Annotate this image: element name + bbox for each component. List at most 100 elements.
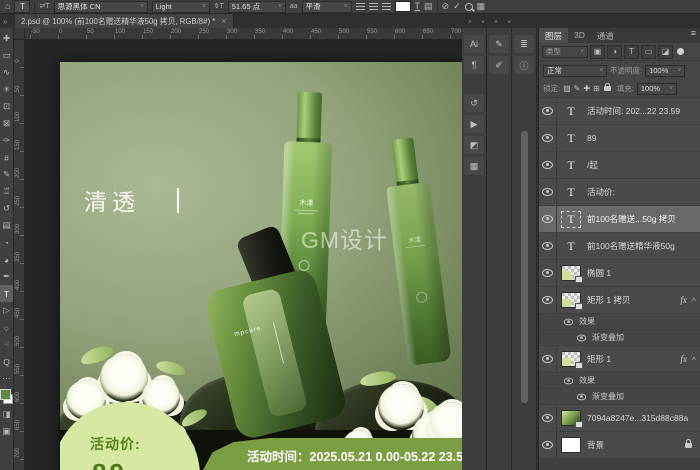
brush-settings-panel-icon[interactable]: ✎ (489, 35, 509, 53)
layer-filter-select[interactable]: 类型 ˅ (542, 46, 588, 58)
align-center-icon[interactable] (369, 3, 378, 11)
layer-thumbnail[interactable]: T (561, 103, 581, 120)
eye-icon[interactable] (577, 393, 586, 400)
visibility-cell[interactable] (539, 98, 557, 124)
layer-row[interactable]: 7094a8247e...315d88c88a (539, 405, 700, 432)
layer-row[interactable]: 椭圆 1 (539, 260, 700, 287)
eye-icon[interactable] (542, 161, 553, 169)
tab-3d[interactable]: 3D (568, 28, 591, 43)
filter-toggle-icon[interactable] (677, 48, 684, 55)
screen-mode-icon[interactable]: ▣ (0, 423, 13, 440)
panel-menu-icon[interactable]: ≡ (687, 28, 700, 43)
quick-mask-icon[interactable]: ◨ (0, 406, 13, 423)
eye-icon[interactable] (542, 215, 553, 223)
visibility-cell[interactable] (539, 125, 557, 151)
color-swatches[interactable] (0, 389, 13, 404)
layer-thumbnail[interactable]: T (561, 157, 581, 174)
layer-thumbnail[interactable]: T (561, 184, 581, 201)
opacity-select[interactable]: 100% ˅ (645, 65, 685, 77)
eye-icon[interactable] (542, 269, 553, 277)
layer-thumbnail[interactable] (561, 351, 581, 367)
scrollbar[interactable] (521, 131, 528, 403)
horizontal-ruler[interactable]: -500501001502002503003504004505005506006… (14, 28, 462, 40)
layer-effect-row[interactable]: 效果 (539, 314, 700, 330)
quick-selection-tool[interactable]: ✳ (0, 81, 13, 98)
collapse-effects-icon[interactable]: ˄ (692, 356, 696, 363)
fx-badge[interactable]: fx (680, 295, 687, 305)
path-selection-tool[interactable]: ▷ (0, 302, 13, 319)
cancel-edit-icon[interactable]: ⊘ (442, 2, 450, 11)
layer-row[interactable]: T前100名赠送...50g 拷贝 (539, 206, 700, 233)
visibility-cell[interactable] (539, 179, 557, 205)
document-canvas[interactable]: 清透 GM设计 木漾 木漾 (60, 62, 462, 470)
layer-thumbnail[interactable]: T (561, 211, 581, 228)
brush-tool[interactable]: ✎ (0, 166, 13, 183)
filter-adjustment-icon[interactable]: ◑ (607, 45, 622, 59)
type-tool[interactable]: T (0, 285, 13, 302)
ellipse-tool[interactable]: ○ (0, 319, 13, 336)
lock-transparency-icon[interactable]: ▨ (563, 84, 571, 93)
layer-row[interactable]: T活动价: (539, 179, 700, 206)
lock-move-icon[interactable]: ✚ (583, 84, 590, 93)
layer-thumbnail[interactable]: T (561, 130, 581, 147)
anti-alias-select[interactable]: 平滑 ˅ (302, 1, 352, 13)
home-icon[interactable]: ⌂ (5, 2, 10, 11)
filter-pixel-icon[interactable]: ▣ (590, 45, 605, 59)
visibility-cell[interactable] (539, 206, 557, 232)
more-tools[interactable]: ⋯ (0, 370, 13, 387)
eye-icon[interactable] (542, 107, 553, 115)
layer-thumbnail[interactable] (561, 265, 581, 281)
layer-row[interactable]: 矩形 1fx˄ (539, 346, 700, 373)
brushes-panel-icon[interactable]: ✐ (489, 56, 509, 74)
blend-mode-select[interactable]: 正常 ˅ (543, 65, 607, 77)
foreground-color-swatch[interactable] (0, 389, 11, 400)
pen-tool[interactable]: ✒ (0, 268, 13, 285)
tab-overflow-icon[interactable]: » (3, 17, 7, 26)
color-panel-icon[interactable]: ◩ (464, 136, 484, 154)
eye-icon[interactable] (542, 414, 553, 422)
visibility-cell[interactable] (539, 152, 557, 178)
lock-all-icon[interactable] (604, 86, 611, 91)
tab-channels[interactable]: 通道 (591, 28, 620, 43)
warp-text-icon[interactable]: T (415, 2, 421, 11)
eye-icon[interactable] (564, 377, 573, 384)
healing-brush-tool[interactable]: # (0, 149, 13, 166)
filter-shape-icon[interactable]: ▭ (641, 45, 656, 59)
filter-type-icon[interactable]: T (624, 45, 639, 59)
clone-stamp-tool[interactable]: ♖ (0, 183, 13, 200)
eye-icon[interactable] (542, 188, 553, 196)
tab-layers[interactable]: 图层 (539, 28, 568, 43)
workspace-icon[interactable]: ▦ (477, 2, 486, 11)
gradient-tool[interactable]: ▤ (0, 217, 13, 234)
visibility-cell[interactable] (539, 405, 557, 431)
layer-effect-row[interactable]: 渐变叠加 (539, 389, 700, 405)
hand-tool[interactable]: ☟ (0, 336, 13, 353)
info-panel-icon[interactable]: ⓘ (514, 56, 534, 74)
fill-select[interactable]: 100% ˅ (637, 83, 677, 95)
filter-smart-object-icon[interactable]: ◪ (658, 45, 673, 59)
canvas-area[interactable]: -500501001502002503003504004505005506006… (14, 28, 462, 470)
swatches-panel-icon[interactable]: ▦ (464, 157, 484, 175)
eye-icon[interactable] (577, 334, 586, 341)
ai-panel-icon[interactable]: Ai (464, 35, 484, 53)
visibility-cell[interactable] (539, 346, 557, 372)
eye-icon[interactable] (542, 242, 553, 250)
move-tool[interactable]: ✚ (0, 30, 13, 47)
history-panel-icon[interactable]: ↺ (464, 94, 484, 112)
eye-icon[interactable] (542, 355, 553, 363)
eye-icon[interactable] (564, 318, 573, 325)
frame-tool[interactable]: ⊠ (0, 115, 13, 132)
lasso-tool[interactable]: ∿ (0, 64, 13, 81)
eye-icon[interactable] (542, 441, 553, 449)
crop-tool[interactable]: ⊡ (0, 98, 13, 115)
layer-row[interactable]: T/起 (539, 152, 700, 179)
collapse-effects-icon[interactable]: ˄ (692, 297, 696, 304)
text-color-swatch[interactable] (395, 1, 411, 12)
vertical-ruler[interactable]: 0501001502002503003504004505005506006507… (14, 39, 25, 470)
visibility-cell[interactable] (539, 432, 557, 458)
lock-paint-icon[interactable]: ✎ (574, 84, 581, 93)
font-family-select[interactable]: 思源黑体 CN ˅ (54, 1, 148, 13)
align-right-icon[interactable] (382, 3, 391, 11)
layer-row[interactable]: 矩形 1 拷贝fx˄ (539, 287, 700, 314)
eyedropper-tool[interactable]: ✑ (0, 132, 13, 149)
